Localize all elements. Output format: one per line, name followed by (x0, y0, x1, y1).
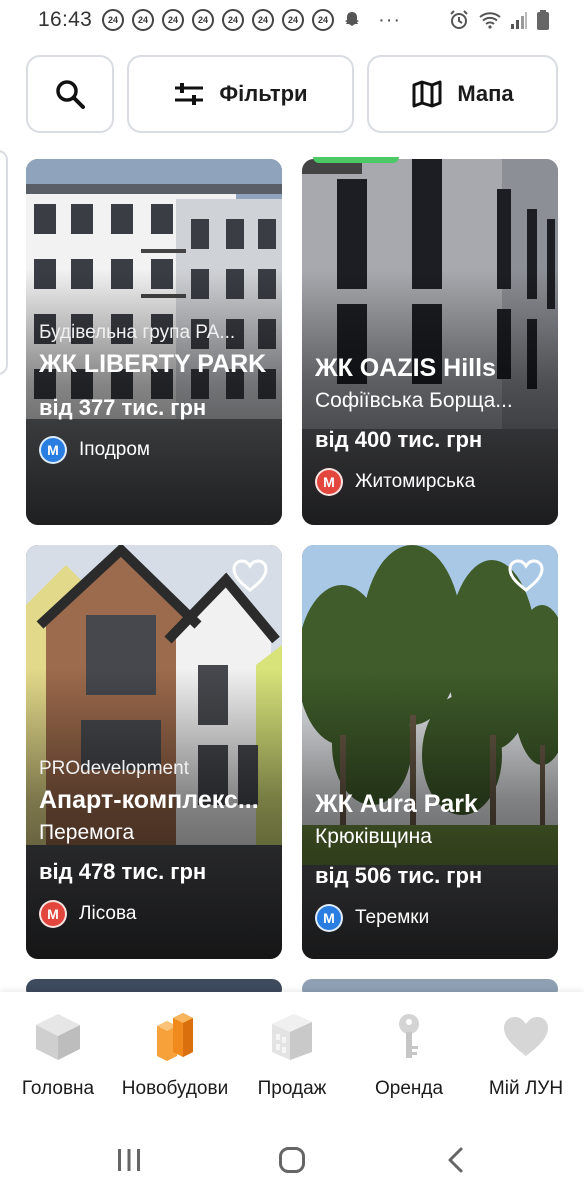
battery-icon (536, 9, 550, 31)
nav-label: Продаж (257, 1078, 327, 1099)
nav-item-home[interactable]: Головна (0, 1012, 116, 1100)
card-metro: М Теремки (315, 904, 548, 932)
alarm-icon (448, 9, 470, 31)
map-button[interactable]: Мапа (367, 55, 558, 133)
listing-card-apart-complex[interactable]: PROdevelopment Апарт-комплекс... Перемог… (26, 545, 282, 959)
buildings-icon (157, 1013, 193, 1061)
metro-station: Житомирська (355, 471, 476, 492)
more-notifications-icon: ··· (378, 8, 402, 31)
favorite-heart-icon[interactable] (232, 559, 268, 593)
card-metro: М Житомирська (315, 468, 548, 496)
filters-label: Фільтри (219, 81, 308, 106)
key-icon (399, 1014, 419, 1058)
nav-item-new-buildings[interactable]: Новобудови (117, 1012, 233, 1100)
nav-label: Мій ЛУН (488, 1078, 564, 1099)
card-metro: М Іподром (39, 436, 272, 464)
heart-icon (504, 1017, 548, 1056)
nav-label: Оренда (374, 1078, 444, 1099)
search-icon (56, 80, 85, 109)
favorite-heart-icon[interactable] (508, 559, 544, 593)
card-title: ЖК LIBERTY PARK (39, 350, 267, 378)
top-actions-bar: Фільтри Мапа (26, 55, 558, 133)
notification-badge-icon: 24 (312, 9, 335, 31)
metro-station: Теремки (355, 907, 430, 928)
listing-card-liberty-park[interactable]: Будівельна група РА... ЖК LIBERTY PARK в… (26, 159, 282, 525)
nav-label: Головна (21, 1078, 95, 1099)
card-info: ЖК OAZIS Hills Софіївська Борща... від 4… (315, 349, 548, 496)
metro-icon: М (39, 900, 67, 928)
card-info: PROdevelopment Апарт-комплекс... Перемог… (39, 757, 272, 928)
card-price: від 400 тис. грн (315, 427, 483, 452)
map-label: Мапа (457, 81, 514, 106)
filters-button[interactable]: Фільтри (127, 55, 354, 133)
new-badge-tab (313, 157, 399, 163)
listing-card-oazis-hills[interactable]: ЖК OAZIS Hills Софіївська Борща... від 4… (302, 159, 558, 525)
card-metro: М Лісова (39, 900, 272, 928)
sliders-icon (175, 83, 204, 105)
home-icon[interactable] (278, 1146, 306, 1174)
back-icon[interactable] (442, 1146, 470, 1174)
metro-icon: М (315, 468, 343, 496)
metro-station: Лісова (79, 903, 137, 924)
nav-item-my-lun[interactable]: Мій ЛУН (468, 1012, 584, 1100)
card-developer: Будівельна група РА... (39, 322, 236, 343)
card-price: від 377 тис. грн (39, 395, 207, 420)
snapchat-ghost-icon (342, 10, 362, 30)
side-panel-handle[interactable] (0, 150, 8, 375)
card-price: від 506 тис. грн (315, 863, 483, 888)
map-icon (412, 80, 442, 108)
notification-badge-icon: 24 (162, 9, 185, 31)
wifi-icon (478, 10, 502, 30)
card-title: Апарт-комплекс... (39, 786, 259, 814)
notification-badge-icon: 24 (222, 9, 245, 31)
status-bar: 16:43 24 24 24 24 24 24 24 24 ··· (0, 0, 584, 40)
signal-icon (510, 10, 528, 30)
notification-badge-icon: 24 (192, 9, 215, 31)
nav-label: Новобудови (121, 1078, 229, 1099)
card-developer: PROdevelopment (39, 758, 189, 779)
card-district: Перемога (39, 821, 135, 844)
metro-icon: М (39, 436, 67, 464)
card-info: ЖК Aura Park Крюківщина від 506 тис. грн… (315, 785, 548, 932)
card-info: Будівельна група РА... ЖК LIBERTY PARK в… (39, 321, 272, 464)
listing-card-aura-park[interactable]: ЖК Aura Park Крюківщина від 506 тис. грн… (302, 545, 558, 959)
search-button[interactable] (26, 55, 114, 133)
card-price: від 478 тис. грн (39, 859, 207, 884)
notification-badge-icon: 24 (102, 9, 125, 31)
card-title: ЖК Aura Park (315, 790, 478, 818)
cube-icon (36, 1014, 80, 1060)
nav-item-rent[interactable]: Оренда (351, 1012, 467, 1100)
status-time: 16:43 (38, 8, 93, 31)
notification-badge-icon: 24 (282, 9, 305, 31)
bottom-navigation: Головна Новобудови Продаж Оренда Мій ЛУН (0, 992, 584, 1120)
notification-badge-icon: 24 (132, 9, 155, 31)
card-district: Софіївська Борща... (315, 389, 513, 412)
metro-station: Іподром (79, 439, 150, 460)
nav-item-sale[interactable]: Продаж (234, 1012, 350, 1100)
notification-badge-icon: 24 (252, 9, 275, 31)
card-district: Крюківщина (315, 825, 432, 848)
metro-icon: М (315, 904, 343, 932)
recent-apps-icon[interactable] (115, 1146, 143, 1174)
apartment-block-icon (272, 1014, 312, 1060)
card-title: ЖК OAZIS Hills (315, 354, 496, 382)
system-navigation-bar (0, 1120, 584, 1200)
